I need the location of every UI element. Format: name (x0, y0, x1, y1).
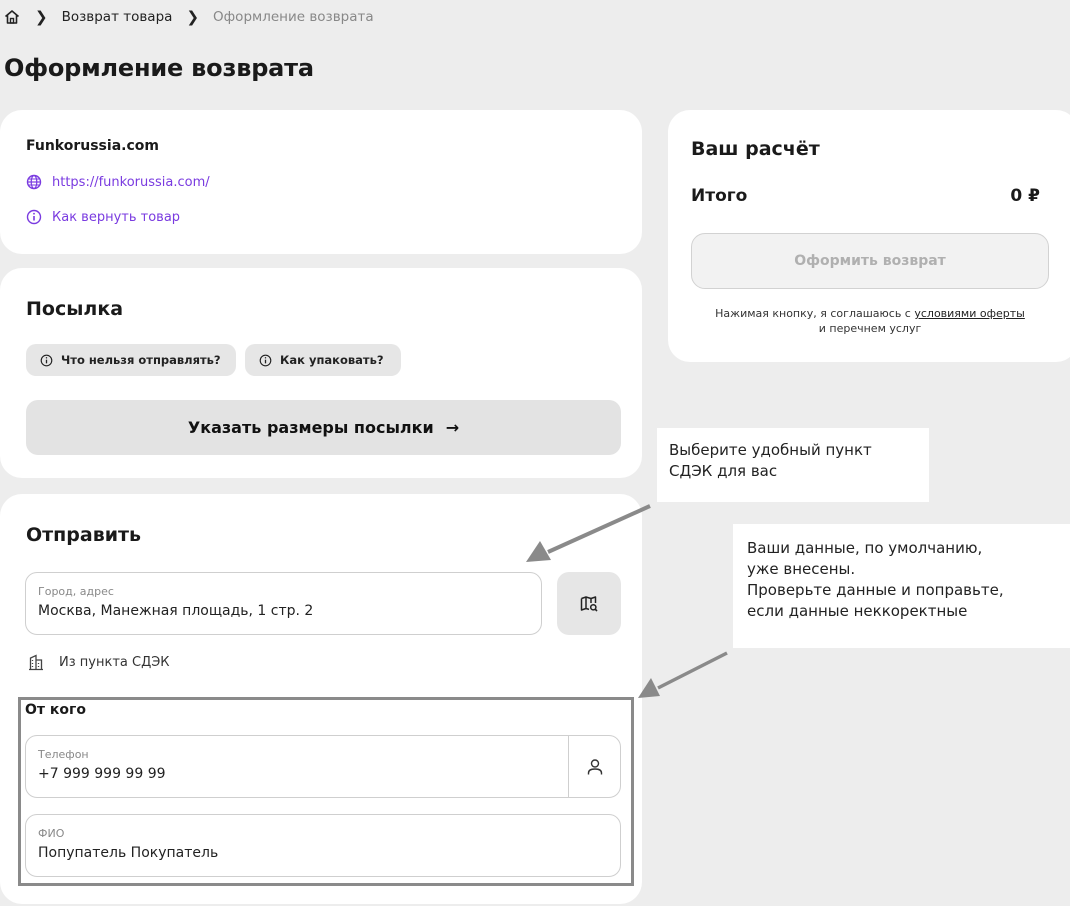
annotation-callout-data: Ваши данные, по умолчанию, уже внесены. … (733, 524, 1070, 648)
terms-prefix: Нажимая кнопку, я соглашаюсь с (715, 307, 915, 320)
parcel-card: Посылка Что нельзя отправлять? Как упако… (0, 268, 642, 478)
callout-line: СДЭК для вас (669, 462, 778, 480)
info-icon (259, 354, 272, 366)
total-label: Итого (691, 186, 748, 206)
callout-line: если данные неккоректные (747, 602, 968, 620)
terms-text: Нажимая кнопку, я соглашаюсь с условиями… (691, 306, 1049, 336)
home-icon[interactable] (3, 8, 21, 26)
address-field[interactable]: Город, адрес Москва, Манежная площадь, 1… (25, 572, 542, 635)
pickup-point-option[interactable]: Из пункта СДЭК (27, 653, 170, 671)
how-to-pack-chip[interactable]: Как упаковать? (245, 344, 401, 376)
total-value: 0 ₽ (1010, 186, 1040, 206)
chip-label: Что нельзя отправлять? (61, 353, 221, 367)
map-search-icon (580, 595, 598, 612)
callout-line: Ваши данные, по умолчанию, (747, 539, 983, 557)
address-value[interactable]: Москва, Манежная площадь, 1 стр. 2 (38, 603, 313, 619)
specify-parcel-size-button[interactable]: Указать размеры посылки → (26, 400, 621, 455)
calc-title: Ваш расчёт (691, 138, 820, 160)
submit-return-button[interactable]: Оформить возврат (691, 233, 1049, 289)
callout-line: уже внесены. (747, 560, 856, 578)
building-icon (29, 654, 43, 671)
terms-suffix: и перечнем услуг (818, 322, 922, 335)
breadcrumb: ❯ Возврат товара ❯ Оформление возврата (3, 8, 374, 26)
parcel-title: Посылка (26, 298, 124, 320)
calculation-card: Ваш расчёт Итого 0 ₽ Оформить возврат На… (668, 110, 1070, 362)
chevron-right-icon: ❯ (186, 8, 200, 26)
submit-return-label: Оформить возврат (794, 253, 946, 269)
shop-site-link[interactable]: https://funkorussia.com/ (26, 174, 210, 190)
send-title: Отправить (26, 524, 142, 546)
size-button-label: Указать размеры посылки (187, 418, 434, 437)
breadcrumb-item-current: Оформление возврата (213, 9, 374, 25)
shop-site-text: https://funkorussia.com/ (52, 174, 210, 190)
callout-line: Проверьте данные и поправьте, (747, 581, 1004, 599)
offer-terms-link[interactable]: условиями оферты (914, 307, 1025, 320)
shop-card: Funkorussia.com https://funkorussia.com/… (0, 110, 642, 254)
breadcrumb-item-returns[interactable]: Возврат товара (62, 9, 173, 25)
how-to-return-text: Как вернуть товар (52, 209, 181, 225)
annotation-arrow (638, 651, 728, 698)
how-to-return-link[interactable]: Как вернуть товар (26, 209, 180, 225)
arrow-right-icon: → (445, 418, 460, 437)
pickup-label: Из пункта СДЭК (59, 654, 170, 670)
chip-label: Как упаковать? (280, 353, 384, 367)
info-icon (40, 354, 53, 366)
chevron-right-icon: ❯ (35, 8, 48, 26)
page-title: Оформление возврата (4, 54, 314, 82)
shop-name: Funkorussia.com (26, 138, 159, 154)
callout-line: Выберите удобный пункт (669, 441, 872, 459)
address-label: Город, адрес (38, 585, 114, 598)
globe-icon (26, 174, 42, 190)
map-button[interactable] (557, 572, 621, 635)
sender-highlight-frame (18, 697, 634, 886)
forbidden-items-chip[interactable]: Что нельзя отправлять? (26, 344, 236, 376)
annotation-callout-pickup: Выберите удобный пункт СДЭК для вас (657, 428, 929, 502)
info-icon (26, 209, 42, 225)
